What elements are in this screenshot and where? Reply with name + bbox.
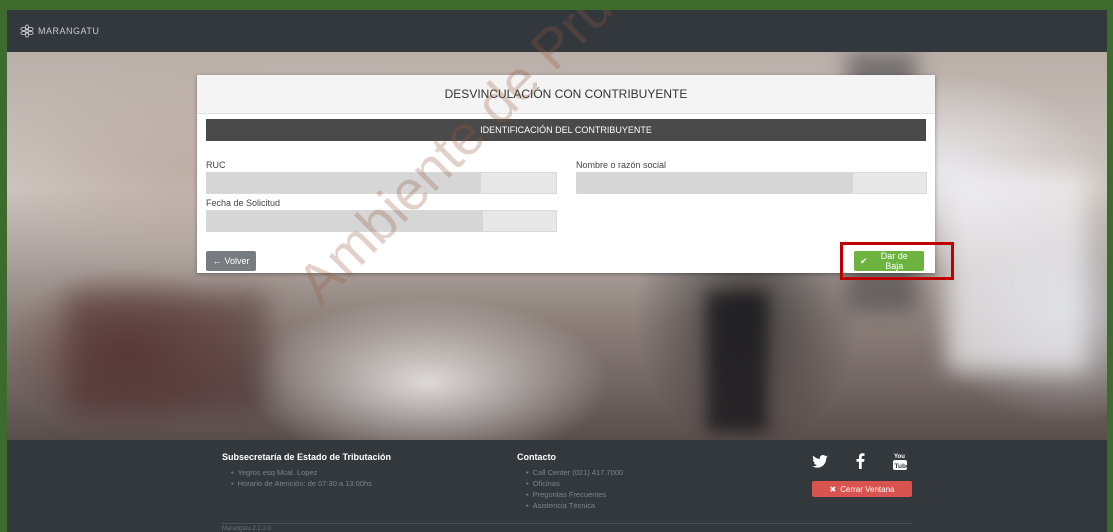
arrow-left-icon: ← bbox=[212, 256, 222, 266]
page-title: DESVINCULACIÓN CON CONTRIBUYENTE bbox=[197, 75, 935, 114]
footer: Subsecretaría de Estado de Tributación Y… bbox=[7, 440, 1107, 532]
form-card: DESVINCULACIÓN CON CONTRIBUYENTE IDENTIF… bbox=[197, 75, 935, 273]
contact-link-preguntas[interactable]: Preguntas Frecuentes bbox=[526, 489, 623, 500]
youtube-icon[interactable]: You Tube bbox=[893, 452, 907, 470]
twitter-icon[interactable] bbox=[812, 454, 828, 468]
fecha-label: Fecha de Solicitud bbox=[206, 198, 281, 208]
browser-frame: MARANGATU DESVINCULACIÓN CON CONTRIBUYEN… bbox=[7, 10, 1107, 532]
footer-divider bbox=[222, 523, 912, 524]
x-icon: ✖ bbox=[829, 484, 837, 494]
footer-org-list: Yegros esq Mcal. Lopez Horario de Atenci… bbox=[231, 467, 372, 489]
cerrar-ventana-button[interactable]: ✖ Cerrar Ventana bbox=[812, 481, 912, 497]
facebook-icon[interactable] bbox=[856, 453, 865, 469]
footer-contact-title: Contacto bbox=[517, 452, 556, 462]
contact-link-call-center[interactable]: Call Center (021) 417 7000 bbox=[526, 467, 623, 478]
social-links: You Tube bbox=[812, 452, 907, 470]
brand-logo[interactable]: MARANGATU bbox=[19, 24, 99, 38]
svg-text:You: You bbox=[894, 454, 905, 460]
section-header: IDENTIFICACIÓN DEL CONTRIBUYENTE bbox=[206, 119, 926, 141]
contact-link-asistencia[interactable]: Asistencia Técnica bbox=[526, 500, 623, 511]
svg-text:Tube: Tube bbox=[895, 463, 908, 470]
nombre-label: Nombre o razón social bbox=[576, 160, 667, 170]
flower-logo-icon bbox=[20, 24, 34, 38]
version-text: Marangatu 2.1.1.0 bbox=[222, 526, 271, 532]
brand-name: MARANGATU bbox=[38, 26, 100, 36]
back-button-label: Volver bbox=[224, 256, 250, 266]
footer-org-title: Subsecretaría de Estado de Tributación bbox=[222, 452, 392, 462]
cerrar-ventana-label: Cerrar Ventana bbox=[840, 484, 895, 494]
back-button[interactable]: ← Volver bbox=[206, 251, 256, 271]
footer-contact-list: Call Center (021) 417 7000 Oficinas Preg… bbox=[526, 467, 623, 511]
nombre-field[interactable] bbox=[576, 172, 927, 194]
ruc-label: RUC bbox=[206, 160, 226, 170]
list-item: Yegros esq Mcal. Lopez bbox=[231, 467, 372, 478]
contact-link-oficinas[interactable]: Oficinas bbox=[526, 478, 623, 489]
highlight-box bbox=[840, 242, 954, 280]
list-item: Horario de Atención: de 07:30 a 13:00hs bbox=[231, 478, 372, 489]
